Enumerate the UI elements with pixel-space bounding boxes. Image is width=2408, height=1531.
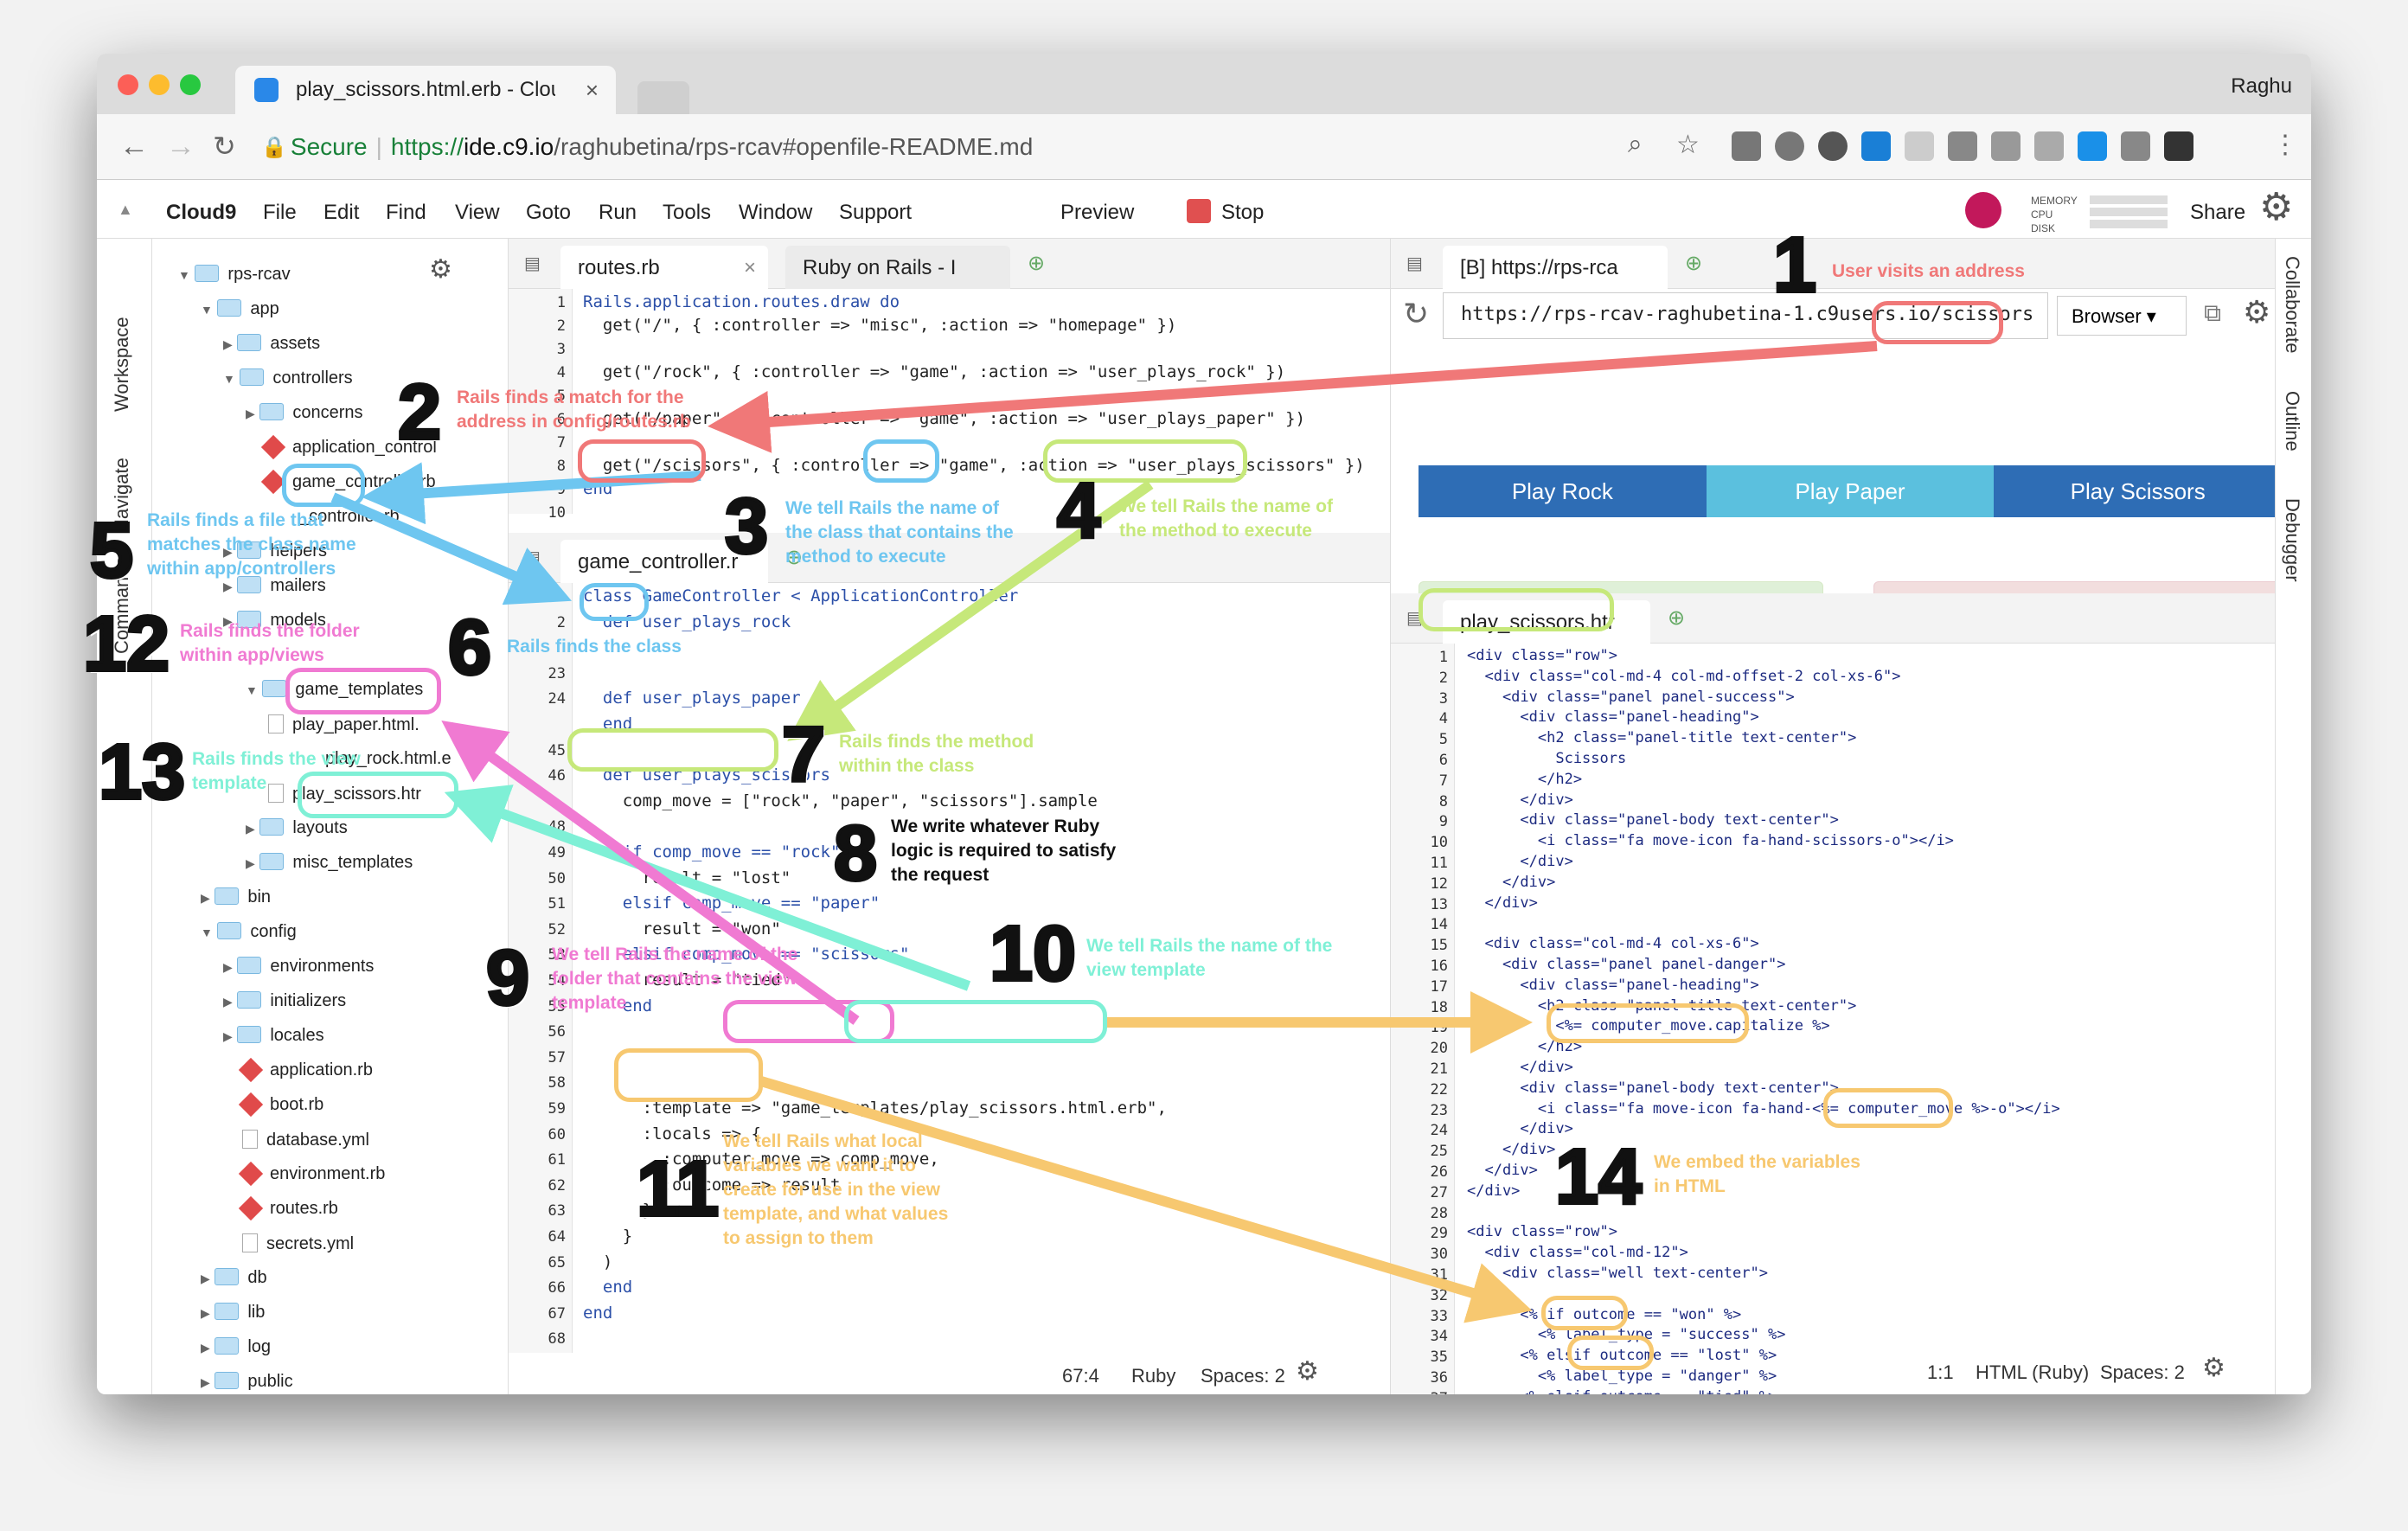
step-5-number: 5: [88, 506, 135, 596]
step-7-note: Rails finds the method within the class: [839, 732, 1034, 776]
step-10-note: We tell Rails the name of the view templ…: [1086, 936, 1333, 980]
highlight-locals: [614, 1048, 763, 1102]
step-12-number: 12: [81, 599, 171, 689]
step-13-note: Rails finds the view template: [192, 749, 361, 793]
highlight-game-templates-folder: [285, 668, 441, 714]
step-12-note: Rails finds the folder within app/views: [180, 621, 360, 665]
step-9-number: 9: [484, 933, 531, 1023]
step-8-note: We write whatever Ruby logic is required…: [891, 817, 1117, 885]
step-11-note: We tell Rails what local variables we wa…: [723, 1131, 949, 1248]
step-13-number: 13: [97, 727, 187, 817]
step-4-note: We tell Rails the name of the method to …: [1119, 496, 1334, 541]
highlight-scissors-url: [1872, 301, 2003, 344]
step-6-number: 6: [446, 603, 493, 693]
step-1-number: 1: [1771, 221, 1818, 311]
step-9-note: We tell Rails the name of the folder tha…: [552, 945, 798, 1013]
highlight-computer-move-2: [1823, 1088, 1953, 1128]
highlight-method: [567, 728, 778, 772]
step-4-number: 4: [1055, 466, 1102, 556]
highlight-controller-file: [282, 464, 365, 507]
step-10-number: 10: [988, 909, 1078, 999]
highlight-template-name: [844, 1000, 1107, 1043]
step-3-number: 3: [723, 482, 770, 572]
highlight-game-controller: [863, 439, 939, 483]
highlight-outcome-2: [1567, 1336, 1654, 1370]
highlight-outcome-1: [1541, 1296, 1628, 1330]
highlight-erb-tab: [1419, 588, 1614, 631]
highlight-scissors-route: [578, 439, 706, 483]
step-6-note: Rails finds the class: [507, 637, 682, 657]
step-14-note: We embed the variables in HTML: [1654, 1152, 1860, 1196]
step-14-number: 14: [1553, 1132, 1643, 1222]
step-5-note: Rails finds a file that matches the clas…: [147, 510, 356, 579]
step-2-note: Rails finds a match for the address in c…: [457, 388, 691, 432]
step-11-number: 11: [635, 1144, 720, 1234]
arrow-1-to-2: [708, 341, 1878, 453]
step-1-note: User visits an address: [1832, 261, 2025, 281]
step-8-number: 8: [832, 809, 879, 899]
step-3-note: We tell Rails the name of the class that…: [785, 498, 1014, 567]
step-7-number: 7: [780, 710, 827, 800]
step-2-number: 2: [396, 368, 443, 458]
highlight-class-name: [580, 583, 649, 621]
highlight-computer-move-1: [1547, 1003, 1749, 1043]
